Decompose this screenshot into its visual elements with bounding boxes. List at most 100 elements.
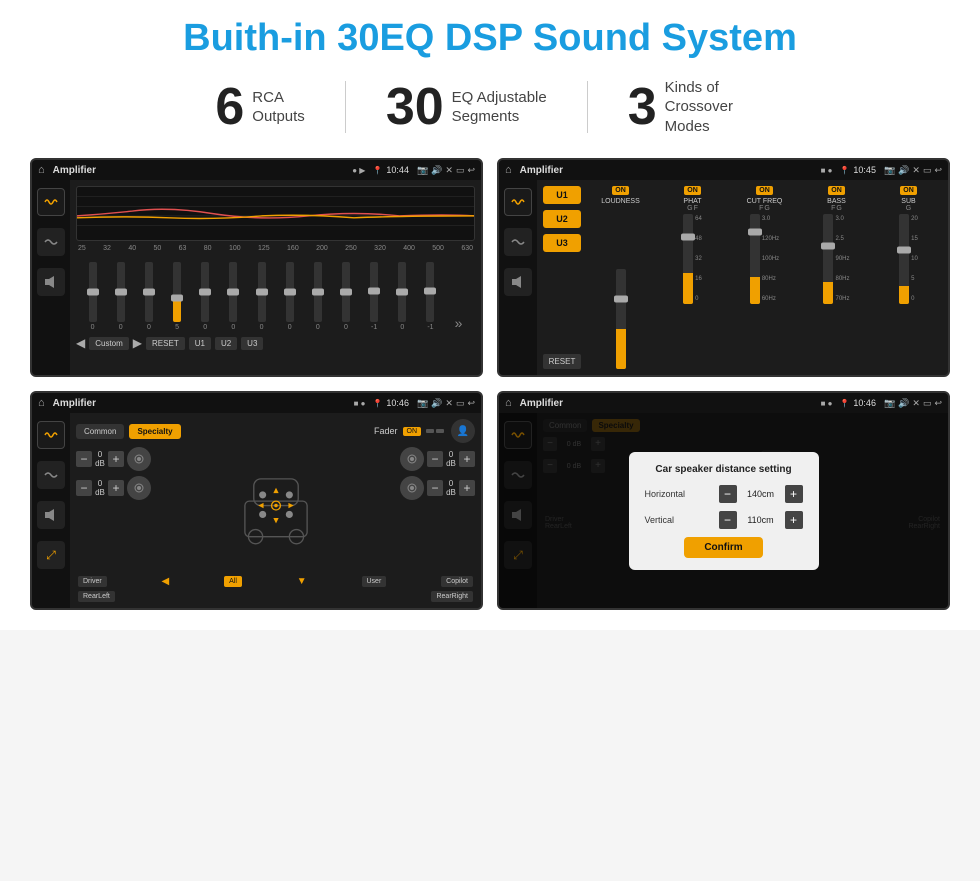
fader-label: Fader — [374, 426, 398, 436]
eq-slider-2[interactable]: 0 — [117, 262, 125, 331]
fader-rearright-btn[interactable]: RearRight — [431, 591, 473, 602]
fader-sidebar-speaker-btn[interactable] — [37, 501, 65, 529]
loudness-slider[interactable] — [616, 205, 626, 369]
fader-screen-content: ⤢ Common Specialty Fader ON 👤 — [32, 413, 481, 608]
eq-prev-btn[interactable]: ◀ — [76, 336, 85, 350]
fader-driver-btn[interactable]: Driver — [78, 576, 107, 587]
channel-sub-header: ON — [900, 186, 917, 195]
fader-time: 10:46 — [386, 398, 409, 408]
cutfreq-label: CUT FREQ — [747, 198, 783, 205]
eq-slider-12[interactable]: 0 — [398, 262, 406, 331]
fader-all-btn[interactable]: All — [224, 576, 242, 587]
eq-slider-4[interactable]: 5 — [173, 262, 181, 331]
fader-db-plus-2[interactable]: + — [108, 480, 124, 496]
eq-slider-5[interactable]: 0 — [201, 262, 209, 331]
eq-custom-btn[interactable]: Custom — [89, 337, 129, 350]
stat-desc-crossover: Kinds of Crossover Modes — [665, 78, 765, 137]
dialog-vertical-value-row: − 110cm + — [719, 511, 803, 529]
dialog-horizontal-minus[interactable]: − — [719, 485, 737, 503]
fader-db-row-3: − 0 dB + — [400, 447, 475, 471]
fader-on-badge[interactable]: ON — [403, 427, 422, 436]
dialog-vertical-plus[interactable]: + — [785, 511, 803, 529]
eq-sidebar-speaker-btn[interactable] — [37, 268, 65, 296]
crossover-screen: ⌂ Amplifier ■ ● 📍 10:45 📷🔊✕▭↩ — [497, 158, 950, 377]
eq-slider-3[interactable]: 0 — [145, 262, 153, 331]
fader-common-tab[interactable]: Common — [76, 424, 124, 439]
dialog-status-icons: 📷🔊✕▭↩ — [884, 398, 942, 409]
fader-sidebar-expand-btn[interactable]: ⤢ — [37, 541, 65, 569]
bass-on-badge[interactable]: ON — [828, 186, 845, 195]
eq-slider-10[interactable]: 0 — [342, 262, 350, 331]
eq-reset-btn[interactable]: RESET — [146, 337, 185, 350]
cutfreq-on-badge[interactable]: ON — [756, 186, 773, 195]
crossover-screen-title: Amplifier — [520, 165, 817, 176]
stat-number-eq: 30 — [386, 81, 444, 133]
fader-db-minus-1[interactable]: − — [76, 451, 92, 467]
fader-sidebar-wave-btn[interactable] — [37, 461, 65, 489]
fader-db-plus-1[interactable]: + — [108, 451, 124, 467]
fader-sidebar: ⤢ — [32, 413, 70, 608]
eq-sidebar-eq-btn[interactable] — [37, 188, 65, 216]
eq-next-btn[interactable]: ▶ — [133, 336, 142, 350]
eq-u3-btn[interactable]: U3 — [241, 337, 263, 350]
crossover-u3-btn[interactable]: U3 — [543, 234, 581, 252]
fader-car-visual — [157, 447, 394, 572]
eq-slider-9[interactable]: 0 — [314, 262, 322, 331]
eq-screen: ⌂ Amplifier ● ▶ 📍 10:44 📷🔊✕▭↩ — [30, 158, 483, 377]
fader-screen: ⌂ Amplifier ■ ● 📍 10:46 📷🔊✕▭↩ — [30, 391, 483, 610]
fader-left-arrow: ◀ — [162, 576, 170, 587]
sub-on-badge[interactable]: ON — [900, 186, 917, 195]
eq-slider-11[interactable]: -1 — [370, 262, 378, 331]
crossover-time: 10:45 — [853, 165, 876, 175]
fader-db-minus-3[interactable]: − — [427, 451, 443, 467]
fader-db-plus-4[interactable]: + — [459, 480, 475, 496]
eq-screen-content: 25 32 40 50 63 80 100 125 160 200 250 32… — [32, 180, 481, 375]
fader-db-minus-2[interactable]: − — [76, 480, 92, 496]
eq-slider-7[interactable]: 0 — [258, 262, 266, 331]
fader-rearleft-btn[interactable]: RearLeft — [78, 591, 115, 602]
eq-sidebar-wave-btn[interactable] — [37, 228, 65, 256]
crossover-sidebar-eq-btn[interactable] — [504, 188, 532, 216]
dialog-horizontal-label: Horizontal — [645, 489, 700, 499]
loudness-on-badge[interactable]: ON — [612, 186, 629, 195]
dialog-horizontal-row: Horizontal − 140cm + — [645, 485, 803, 503]
fader-person-icon: 👤 — [451, 419, 475, 443]
dialog-overlay: Car speaker distance setting Horizontal … — [499, 413, 948, 608]
stat-number-crossover: 3 — [628, 81, 657, 133]
crossover-main-area: U1 U2 U3 RESET ON LOUDNESS — [537, 180, 948, 375]
bass-label: BASS — [827, 198, 846, 205]
crossover-sidebar-wave-btn[interactable] — [504, 228, 532, 256]
eq-u1-btn[interactable]: U1 — [189, 337, 211, 350]
phat-on-badge[interactable]: ON — [684, 186, 701, 195]
screens-grid: ⌂ Amplifier ● ▶ 📍 10:44 📷🔊✕▭↩ — [30, 158, 950, 610]
crossover-sidebar — [499, 180, 537, 375]
eq-u2-btn[interactable]: U2 — [215, 337, 237, 350]
home-icon-4: ⌂ — [505, 397, 512, 409]
fader-db-plus-3[interactable]: + — [459, 451, 475, 467]
fader-db-minus-4[interactable]: − — [427, 480, 443, 496]
crossover-reset-btn[interactable]: RESET — [543, 354, 581, 369]
crossover-u2-btn[interactable]: U2 — [543, 210, 581, 228]
channel-cutfreq: ON CUT FREQ FG — [731, 186, 798, 369]
eq-slider-13[interactable]: -1 — [426, 262, 434, 331]
fader-specialty-tab[interactable]: Specialty — [129, 424, 180, 439]
dialog-vertical-minus[interactable]: − — [719, 511, 737, 529]
fader-sidebar-eq-btn[interactable] — [37, 421, 65, 449]
fader-user-btn[interactable]: User — [362, 576, 387, 587]
eq-slider-forward[interactable]: » — [455, 315, 463, 331]
crossover-u1-btn[interactable]: U1 — [543, 186, 581, 204]
eq-slider-8[interactable]: 0 — [286, 262, 294, 331]
fader-copilot-btn[interactable]: Copilot — [441, 576, 473, 587]
crossover-sidebar-speaker-btn[interactable] — [504, 268, 532, 296]
stat-rca: 6 RCA Outputs — [175, 81, 345, 133]
fader-speaker-icon-3 — [400, 447, 424, 471]
eq-sliders: 0 0 0 5 — [76, 256, 475, 331]
eq-graph — [76, 186, 475, 241]
fader-speaker-icon-4 — [400, 476, 424, 500]
eq-slider-1[interactable]: 0 — [89, 262, 97, 331]
dialog-horizontal-plus[interactable]: + — [785, 485, 803, 503]
eq-status-bar: ⌂ Amplifier ● ▶ 📍 10:44 📷🔊✕▭↩ — [32, 160, 481, 180]
eq-slider-6[interactable]: 0 — [229, 262, 237, 331]
confirm-button[interactable]: Confirm — [684, 537, 762, 558]
fader-left-controls: − 0 dB + − 0 dB + — [76, 447, 151, 572]
